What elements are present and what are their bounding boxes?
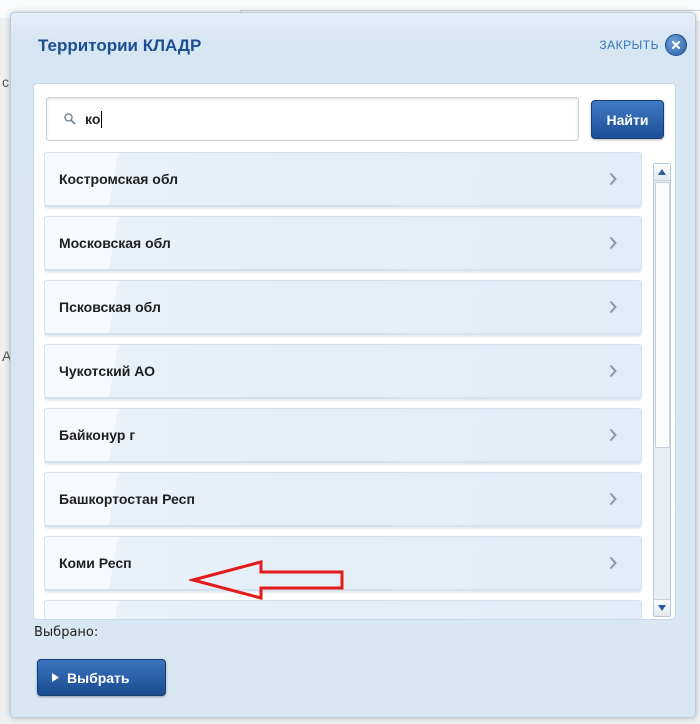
results-list: Костромская обл Московская обл Псковская… xyxy=(44,152,642,619)
kladr-dialog: Территории КЛАДР ЗАКРЫТЬ ко Найти Костро… xyxy=(10,12,696,718)
chevron-right-icon xyxy=(609,236,617,250)
chevron-right-icon xyxy=(609,556,617,570)
list-item[interactable]: Псковская обл xyxy=(44,280,642,334)
close-button[interactable]: ЗАКРЫТЬ xyxy=(599,34,687,56)
arrow-down-icon xyxy=(658,605,666,611)
list-item[interactable]: Московская обл xyxy=(44,216,642,270)
list-item-label: Байконур г xyxy=(59,427,136,443)
play-icon xyxy=(52,673,59,682)
list-item[interactable]: Башкортостан Респ xyxy=(44,472,642,526)
text-cursor xyxy=(101,110,103,128)
list-item[interactable]: Костромская обл xyxy=(44,152,642,206)
dialog-title: Территории КЛАДР xyxy=(38,36,202,55)
search-value: ко xyxy=(85,111,101,127)
chevron-right-icon xyxy=(609,300,617,314)
choose-button-label: Выбрать xyxy=(67,669,130,686)
scrollbar[interactable] xyxy=(653,163,671,617)
list-item-label: Коми Респ xyxy=(59,555,132,571)
list-item-label: Башкортостан Респ xyxy=(59,491,195,507)
red-arrow-annotation xyxy=(189,560,344,600)
find-button[interactable]: Найти xyxy=(591,100,664,139)
scroll-thumb[interactable] xyxy=(655,182,670,448)
results-panel: ко Найти Костромская обл Московская обл … xyxy=(33,83,676,620)
close-icon xyxy=(665,34,687,56)
list-item[interactable]: Байконур г xyxy=(44,408,642,462)
chevron-right-icon xyxy=(609,428,617,442)
search-input[interactable]: ко xyxy=(46,97,579,141)
chevron-right-icon xyxy=(609,172,617,186)
list-item-label: Чукотский АО xyxy=(59,363,156,379)
choose-button[interactable]: Выбрать xyxy=(37,659,166,696)
chevron-right-icon xyxy=(609,492,617,506)
list-item-label: Московская обл xyxy=(59,235,171,251)
scroll-down-button[interactable] xyxy=(654,599,670,616)
list-item[interactable] xyxy=(44,600,642,619)
list-item-label: Псковская обл xyxy=(59,299,161,315)
search-icon xyxy=(64,113,76,125)
list-item-label: Костромская обл xyxy=(59,171,179,187)
list-item[interactable]: Чукотский АО xyxy=(44,344,642,398)
arrow-up-icon xyxy=(658,169,666,175)
selected-label: Выбрано: xyxy=(34,625,99,640)
scroll-up-button[interactable] xyxy=(654,164,670,181)
chevron-right-icon xyxy=(609,364,617,378)
background-text-fragment: c xyxy=(2,74,9,90)
close-label: ЗАКРЫТЬ xyxy=(599,38,659,52)
